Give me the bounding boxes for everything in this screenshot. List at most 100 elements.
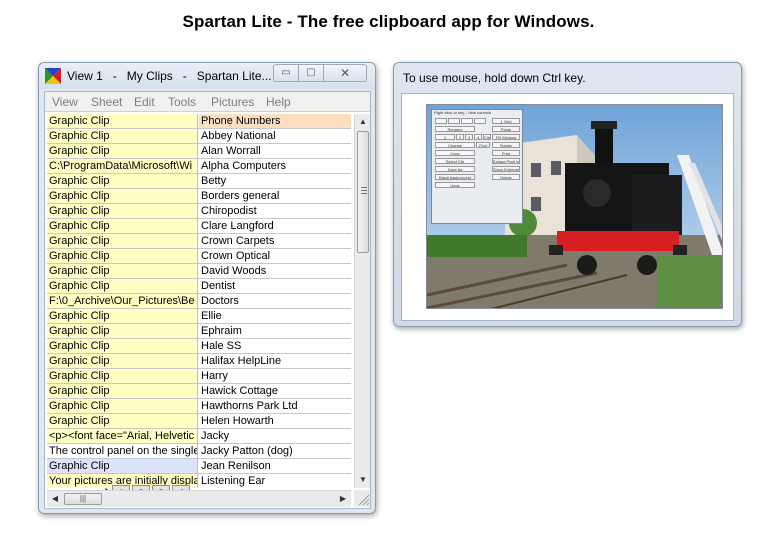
- minimize-button[interactable]: ▭: [273, 64, 299, 82]
- mini-panel-button[interactable]: Print: [492, 150, 520, 156]
- table-row[interactable]: Graphic Clip Chiropodist: [47, 204, 351, 219]
- table-row[interactable]: Your pictures are initially displa Listen…: [47, 474, 351, 488]
- mini-panel-button[interactable]: Select Ctrl: [435, 158, 475, 164]
- table-row[interactable]: <p><font face="Arial, Helvetic Jacky: [47, 429, 351, 444]
- table-row[interactable]: Graphic Clip Ephraim: [47, 324, 351, 339]
- name-cell[interactable]: Halifax HelpLine: [199, 354, 351, 368]
- clip-cell[interactable]: Graphic Clip: [47, 234, 198, 248]
- table-row[interactable]: Graphic Clip Hawthorns Park Ltd: [47, 399, 351, 414]
- name-cell[interactable]: Clare Langford: [199, 219, 351, 233]
- mini-panel-button[interactable]: Clip: [483, 134, 491, 140]
- name-cell[interactable]: Dentist: [199, 279, 351, 293]
- mini-panel-button[interactable]: [435, 118, 447, 124]
- table-row[interactable]: Graphic Clip Crown Optical: [47, 249, 351, 264]
- table-row[interactable]: The control panel on the single Jacky Pat…: [47, 444, 351, 459]
- table-row[interactable]: Graphic Clip Crown Carpets: [47, 234, 351, 249]
- mini-panel-button[interactable]: 2: [456, 134, 464, 140]
- mini-panel-button[interactable]: Show Extreme: [492, 166, 520, 172]
- steam-train-photo[interactable]: Right click or key... hide controls 1 Gr…: [426, 104, 723, 309]
- name-cell[interactable]: Harry: [199, 369, 351, 383]
- name-cell[interactable]: Helen Howarth: [199, 414, 351, 428]
- clip-cell[interactable]: Graphic Clip: [47, 339, 198, 353]
- name-cell[interactable]: Hale SS: [199, 339, 351, 353]
- mini-panel-button[interactable]: Save As: [435, 166, 475, 172]
- name-cell[interactable]: Borders general: [199, 189, 351, 203]
- table-row[interactable]: Graphic Clip Betty: [47, 174, 351, 189]
- vertical-scrollbar[interactable]: ▲ ▼: [354, 114, 370, 488]
- clip-cell[interactable]: Graphic Clip: [47, 264, 198, 278]
- mini-panel-button[interactable]: 1 Grid: [492, 118, 520, 124]
- menu-edit[interactable]: Edit: [134, 95, 155, 109]
- clip-cell[interactable]: <p><font face="Arial, Helvetic: [47, 429, 198, 443]
- table-row[interactable]: Graphic Clip Helen Howarth: [47, 414, 351, 429]
- table-row[interactable]: Graphic Clip Clare Langford: [47, 219, 351, 234]
- mini-panel-button[interactable]: Extract Pixel key: [492, 158, 520, 164]
- mini-panel-button[interactable]: 1: [435, 134, 455, 140]
- table-row[interactable]: Graphic Clip Abbey National: [47, 129, 351, 144]
- name-cell[interactable]: Jacky: [199, 429, 351, 443]
- table-row[interactable]: Graphic Clip David Woods: [47, 264, 351, 279]
- clip-cell[interactable]: Graphic Clip: [47, 204, 198, 218]
- clip-cell[interactable]: Graphic Clip: [47, 279, 198, 293]
- vertical-scroll-thumb[interactable]: [357, 131, 369, 253]
- name-cell[interactable]: Listening Ear: [199, 474, 351, 488]
- table-row[interactable]: Graphic Clip Ellie: [47, 309, 351, 324]
- clip-cell[interactable]: F:\0_Archive\Our_Pictures\Be: [47, 294, 198, 308]
- clip-cell[interactable]: Graphic Clip: [47, 384, 198, 398]
- clip-cell[interactable]: C:\ProgramData\Microsoft\Wi: [47, 159, 198, 173]
- mini-panel-button[interactable]: Change: [435, 142, 475, 148]
- table-row[interactable]: Graphic Clip Jean Renilson: [47, 459, 351, 474]
- menu-sheet[interactable]: Sheet: [91, 95, 122, 109]
- clip-cell[interactable]: Graphic Clip: [47, 414, 198, 428]
- name-cell[interactable]: Crown Carpets: [199, 234, 351, 248]
- name-cell[interactable]: Ephraim: [199, 324, 351, 338]
- horizontal-scrollbar[interactable]: ◀ ||| ▶: [47, 490, 351, 507]
- menu-view[interactable]: View: [52, 95, 78, 109]
- name-cell[interactable]: Chiropodist: [199, 204, 351, 218]
- clip-cell[interactable]: Graphic Clip: [47, 174, 198, 188]
- name-cell[interactable]: Abbey National: [199, 129, 351, 143]
- name-cell[interactable]: Jacky Patton (dog): [199, 444, 351, 458]
- menu-tools[interactable]: Tools: [168, 95, 196, 109]
- table-row[interactable]: Graphic Clip Dentist: [47, 279, 351, 294]
- table-row[interactable]: Graphic Clip Harry: [47, 369, 351, 384]
- clip-cell[interactable]: Graphic Clip: [47, 144, 198, 158]
- mini-panel-button[interactable]: Delete: [492, 174, 520, 180]
- resize-grip-icon[interactable]: [354, 490, 370, 507]
- name-cell[interactable]: Phone Numbers: [199, 114, 351, 128]
- clip-cell[interactable]: Graphic Clip: [47, 249, 198, 263]
- clip-cell[interactable]: Graphic Clip: [47, 399, 198, 413]
- mini-panel-button[interactable]: Fill Window: [492, 134, 520, 140]
- clip-cell[interactable]: Graphic Clip: [47, 129, 198, 143]
- clip-cell[interactable]: Graphic Clip: [47, 219, 198, 233]
- name-cell[interactable]: Betty: [199, 174, 351, 188]
- name-cell[interactable]: Jean Renilson: [199, 459, 351, 473]
- name-cell[interactable]: Hawick Cottage: [199, 384, 351, 398]
- scroll-down-button[interactable]: ▼: [355, 472, 371, 488]
- clip-cell[interactable]: Graphic Clip: [47, 324, 198, 338]
- mini-panel-button[interactable]: [474, 118, 486, 124]
- table-row[interactable]: Graphic Clip Hale SS: [47, 339, 351, 354]
- table-row[interactable]: Graphic Clip Phone Numbers: [47, 114, 351, 129]
- name-cell[interactable]: Crown Optical: [199, 249, 351, 263]
- close-button[interactable]: ✕: [323, 64, 367, 82]
- clip-cell[interactable]: Graphic Clip: [47, 189, 198, 203]
- mini-panel-button[interactable]: [448, 118, 460, 124]
- scroll-left-button[interactable]: ◀: [47, 491, 63, 507]
- clip-cell[interactable]: Graphic Clip: [47, 369, 198, 383]
- name-cell[interactable]: Ellie: [199, 309, 351, 323]
- table-row[interactable]: Graphic Clip Hawick Cottage: [47, 384, 351, 399]
- mini-panel-button[interactable]: Find: [476, 142, 490, 148]
- scroll-right-button[interactable]: ▶: [335, 491, 351, 507]
- mini-panel-button[interactable]: Rename: [435, 126, 475, 132]
- clip-cell[interactable]: Graphic Clip: [47, 459, 198, 473]
- mini-panel-button[interactable]: Black background: [435, 174, 475, 180]
- title-bar[interactable]: View 1 - My Clips - Spartan Lite... ▭ ▢ …: [39, 63, 375, 89]
- table-row[interactable]: Graphic Clip Borders general: [47, 189, 351, 204]
- mini-panel-button[interactable]: [461, 118, 473, 124]
- name-cell[interactable]: Hawthorns Park Ltd: [199, 399, 351, 413]
- name-cell[interactable]: Doctors: [199, 294, 351, 308]
- mini-panel-button[interactable]: Paste: [492, 126, 520, 132]
- name-cell[interactable]: Alan Worrall: [199, 144, 351, 158]
- clip-cell[interactable]: Graphic Clip: [47, 309, 198, 323]
